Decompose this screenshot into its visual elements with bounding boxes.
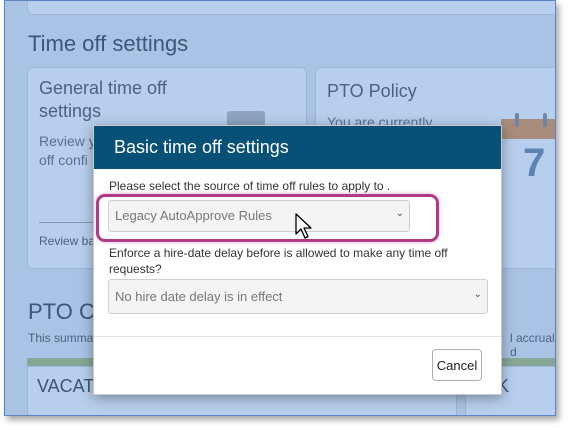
mouse-pointer-icon [295,213,312,239]
dialog-header: Basic time off settings [94,126,501,169]
dialog-title: Basic time off settings [114,137,289,157]
footer-divider [94,336,501,337]
pto-section-subtitle: This summa [28,331,94,345]
general-card-text-1: Review y [39,133,96,149]
pto-policy-title: PTO Policy [327,81,417,101]
vacation-label: VACAT [37,376,95,396]
delay-label-line1: Enforce a hire-date delay before is allo… [109,246,448,260]
delay-label-line2: requests? [109,262,162,276]
card-divider [39,222,99,223]
source-label: Please select the source of time off rul… [109,179,391,193]
calendar-number: 7 [523,141,546,185]
pto-section-subtitle-right: l accrual d [510,331,555,359]
basic-time-off-settings-dialog: Basic time off settings Please select th… [93,125,502,395]
calendar-icon: 7 [501,113,555,189]
general-card-title-2: settings [39,101,102,121]
hire-date-delay-select[interactable]: No hire date delay is in effect ⌄ [108,279,488,314]
chevron-down-icon: ⌄ [473,289,482,300]
section-title: Time off settings [28,31,189,56]
pto-section-title: PTO Cl [28,299,100,324]
delay-select-value: No hire date delay is in effect [115,289,283,304]
general-card-title-1: General time off [39,78,167,98]
cancel-button[interactable]: Cancel [432,349,482,381]
general-card-text-2: off confi [39,152,88,168]
highlight-box [96,194,439,242]
top-card [27,1,555,15]
general-card-link[interactable]: Review ba [39,234,95,248]
